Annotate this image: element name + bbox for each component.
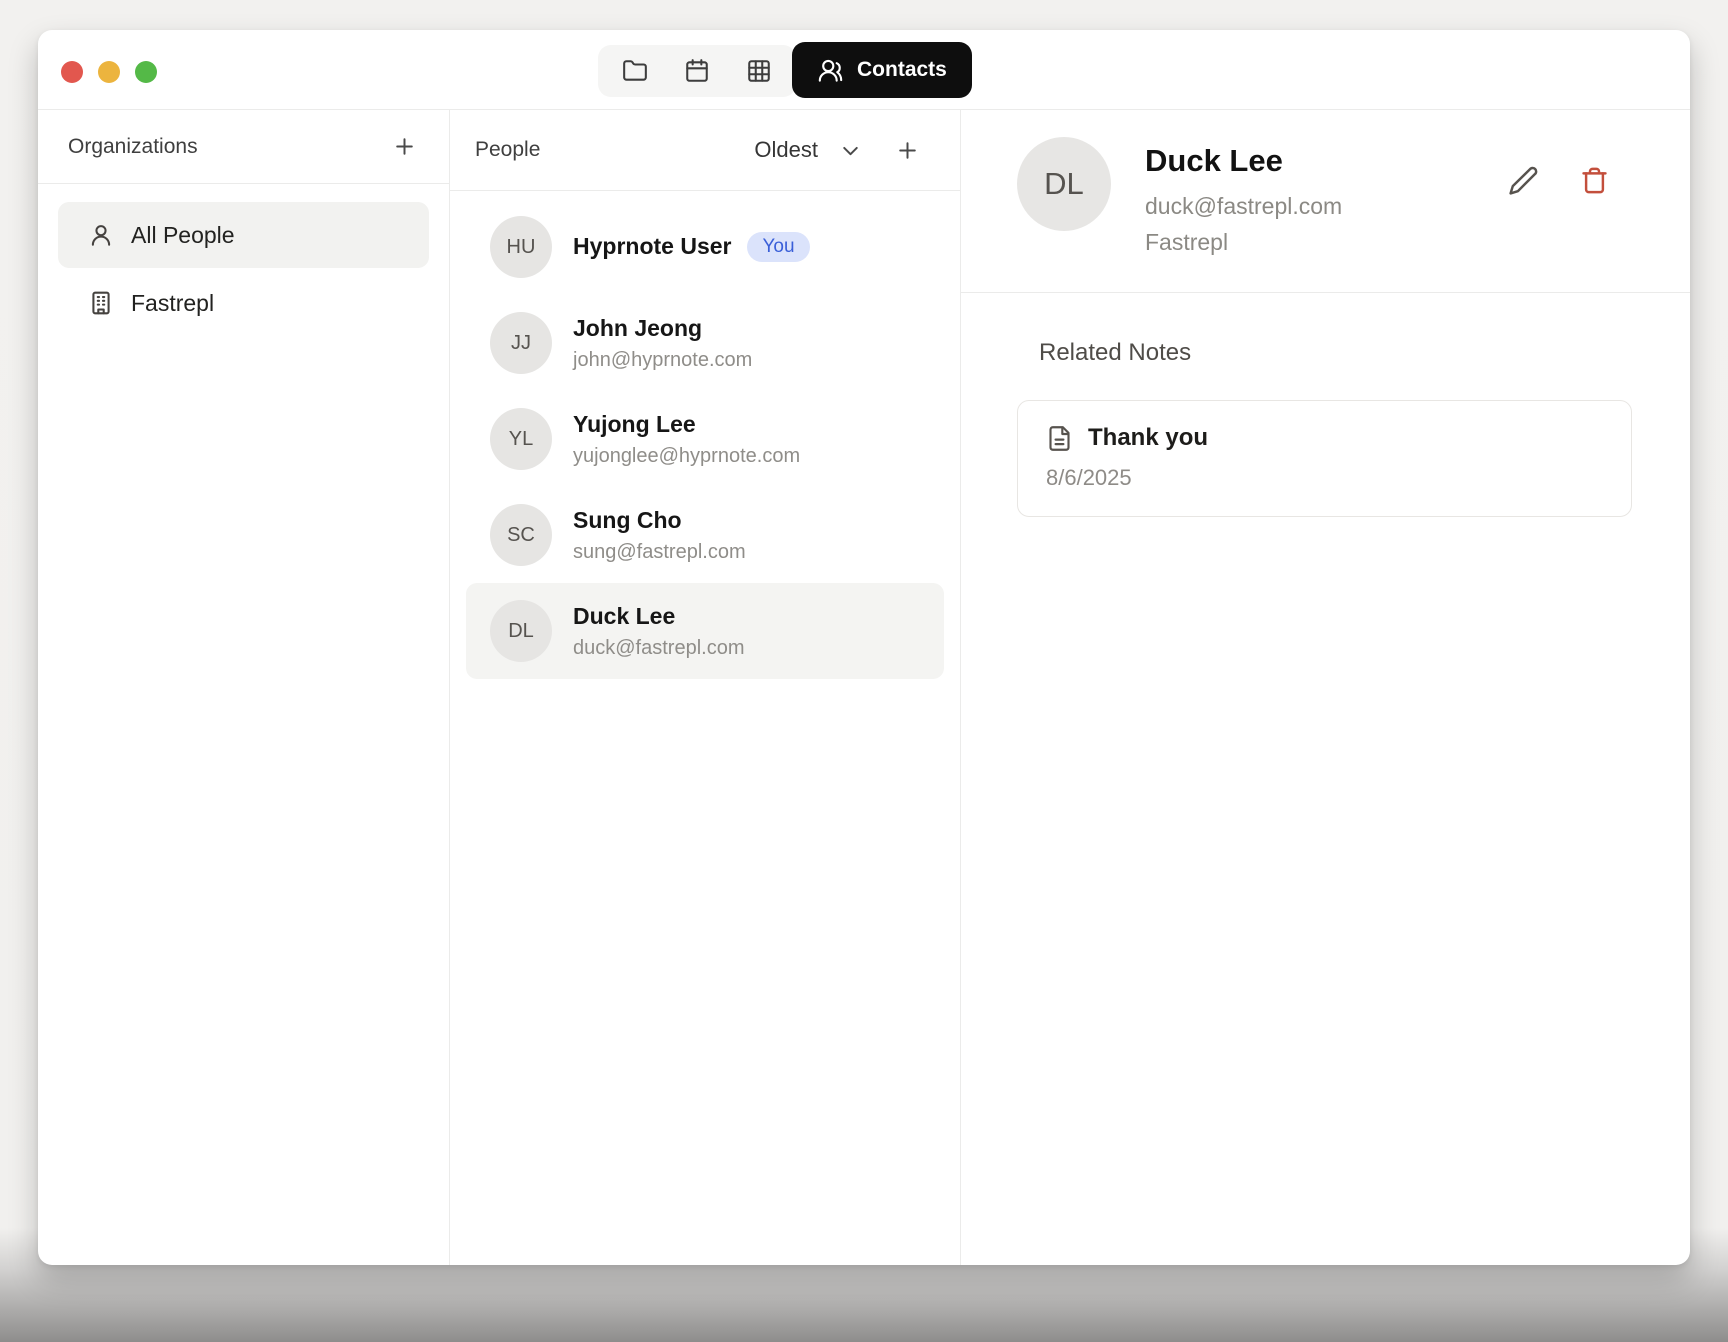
titlebar: Contacts <box>38 30 1690 110</box>
sidebar-item-fastrepl[interactable]: Fastrepl <box>58 270 429 336</box>
sidebar-item-label: All People <box>131 222 235 249</box>
plus-icon <box>392 134 417 159</box>
person-avatar: JJ <box>490 312 552 374</box>
table-icon <box>746 58 772 84</box>
contact-organization: Fastrepl <box>1145 229 1506 256</box>
user-icon <box>88 222 114 248</box>
add-organization-button[interactable] <box>388 130 421 163</box>
note-date: 8/6/2025 <box>1046 465 1603 491</box>
view-switcher-group <box>598 45 796 97</box>
contact-detail-panel: DL Duck Lee duck@fastrepl.com Fastrepl R… <box>961 110 1690 1265</box>
person-list-item-dl[interactable]: DL Duck Lee duck@fastrepl.com <box>466 583 944 679</box>
you-badge: You <box>747 232 809 263</box>
person-list-item-sc[interactable]: SC Sung Cho sung@fastrepl.com <box>466 487 944 583</box>
delete-contact-button[interactable] <box>1577 163 1612 198</box>
organizations-list: All People Fastrepl <box>38 184 449 354</box>
main-content: Organizations All People Fastrepl People… <box>38 110 1690 1265</box>
contact-detail-header: DL Duck Lee duck@fastrepl.com Fastrepl <box>961 110 1690 293</box>
contact-detail-body: Related Notes Thank you 8/6/2025 <box>961 293 1690 517</box>
edit-contact-button[interactable] <box>1506 163 1541 198</box>
person-name: Yujong Lee <box>573 411 696 438</box>
file-text-icon <box>1046 425 1073 452</box>
notes-view-button[interactable] <box>604 45 666 97</box>
person-avatar: HU <box>490 216 552 278</box>
window-controls <box>61 61 157 83</box>
person-email: john@hyprnote.com <box>573 349 752 372</box>
users-icon <box>817 57 844 84</box>
app-window: Contacts Organizations All People Fastre… <box>38 30 1690 1265</box>
related-notes-list: Thank you 8/6/2025 <box>1017 400 1632 517</box>
zoom-window-button[interactable] <box>135 61 157 83</box>
people-header: People Oldest <box>450 110 960 191</box>
related-notes-title: Related Notes <box>1039 339 1632 367</box>
person-list-item-jj[interactable]: JJ John Jeong john@hyprnote.com <box>466 295 944 391</box>
building-icon <box>88 290 114 316</box>
contact-email: duck@fastrepl.com <box>1145 193 1506 220</box>
pencil-icon <box>1508 165 1539 196</box>
close-window-button[interactable] <box>61 61 83 83</box>
sort-dropdown[interactable]: Oldest <box>754 133 863 167</box>
person-name: John Jeong <box>573 315 702 342</box>
contact-identity: Duck Lee duck@fastrepl.com Fastrepl <box>1145 137 1506 256</box>
calendar-view-button[interactable] <box>666 45 728 97</box>
contact-avatar: DL <box>1017 137 1111 231</box>
folder-icon <box>622 58 648 84</box>
sidebar-item-all-people[interactable]: All People <box>58 202 429 268</box>
people-panel: People Oldest HU Hyprnote User You <box>450 110 961 1265</box>
table-view-button[interactable] <box>728 45 790 97</box>
person-avatar: SC <box>490 504 552 566</box>
person-email: sung@fastrepl.com <box>573 541 746 564</box>
contacts-view-label: Contacts <box>857 58 947 82</box>
note-title: Thank you <box>1088 424 1208 452</box>
people-title: People <box>475 138 540 162</box>
person-email: duck@fastrepl.com <box>573 637 744 660</box>
organizations-sidebar: Organizations All People Fastrepl <box>38 110 450 1265</box>
person-avatar: DL <box>490 600 552 662</box>
view-switcher: Contacts <box>598 42 972 98</box>
minimize-window-button[interactable] <box>98 61 120 83</box>
contact-actions <box>1506 163 1612 198</box>
people-header-actions: Oldest <box>754 133 924 167</box>
contacts-view-button[interactable]: Contacts <box>792 42 972 98</box>
chevron-down-icon <box>838 138 863 163</box>
person-list-item-yl[interactable]: YL Yujong Lee yujonglee@hyprnote.com <box>466 391 944 487</box>
plus-icon <box>895 138 920 163</box>
trash-icon <box>1579 165 1610 196</box>
people-list: HU Hyprnote User You JJ John Jeong john@… <box>450 191 960 687</box>
sidebar-item-label: Fastrepl <box>131 290 214 317</box>
add-person-button[interactable] <box>891 134 924 167</box>
person-list-item-hu[interactable]: HU Hyprnote User You <box>466 199 944 295</box>
person-name: Duck Lee <box>573 603 675 630</box>
contact-name: Duck Lee <box>1145 143 1506 179</box>
person-avatar: YL <box>490 408 552 470</box>
organizations-title: Organizations <box>68 135 198 159</box>
person-email: yujonglee@hyprnote.com <box>573 445 800 468</box>
person-name: Hyprnote User <box>573 233 731 260</box>
sort-label: Oldest <box>754 137 818 163</box>
related-note-card[interactable]: Thank you 8/6/2025 <box>1017 400 1632 517</box>
person-name: Sung Cho <box>573 507 682 534</box>
organizations-header: Organizations <box>38 110 449 184</box>
calendar-icon <box>684 58 710 84</box>
